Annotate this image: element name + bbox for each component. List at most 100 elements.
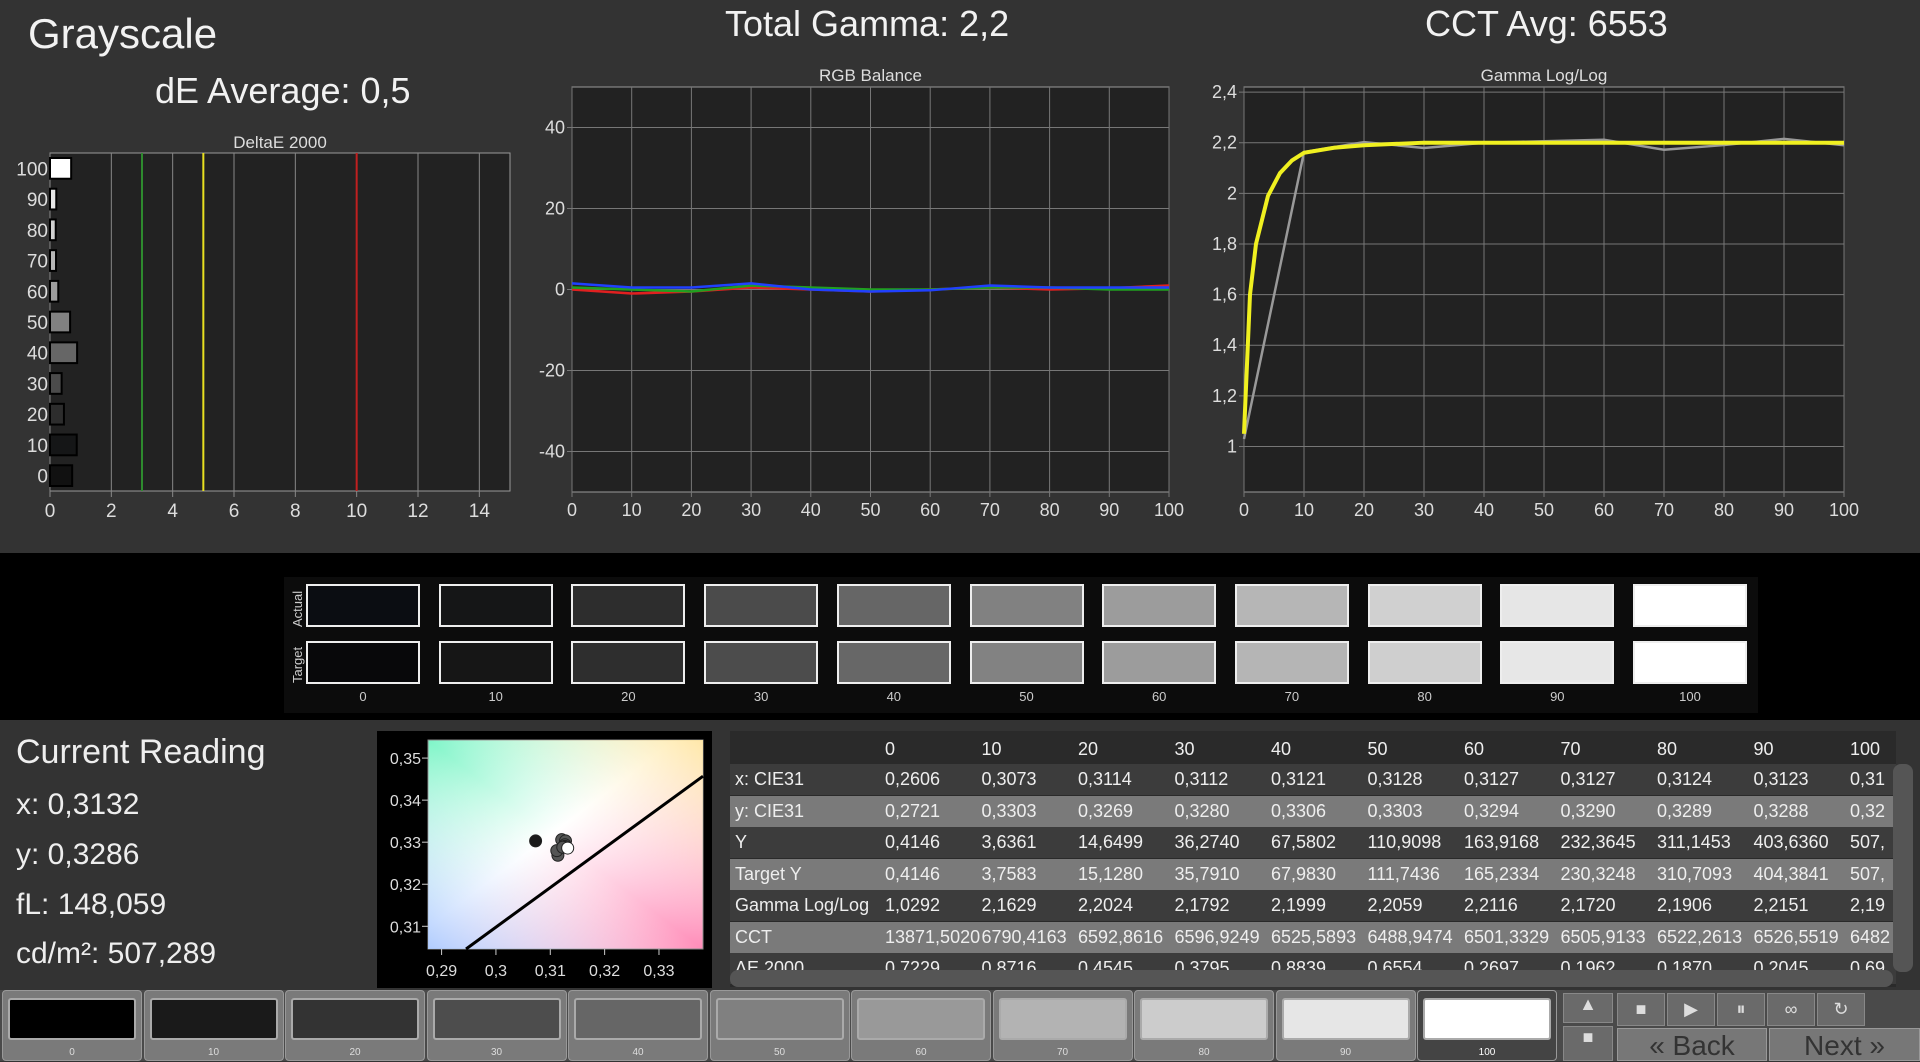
patch-button-90[interactable]: 90 [1275, 990, 1416, 1061]
actual-swatch [1234, 584, 1349, 627]
x-tick-label: 40 [1474, 500, 1494, 520]
table-cell: 3,7583 [981, 863, 1037, 884]
chart-title: DeltaE 2000 [233, 133, 327, 152]
x-tick-label: 20 [1354, 500, 1374, 520]
table-row: Y 0,4146 3,6361 14,6499 36,2740 67,5802 110,90… [730, 827, 1896, 858]
refresh-button[interactable]: ↻ [1817, 993, 1865, 1026]
x-tick-label: 50 [860, 500, 880, 520]
stop-button[interactable]: ■ [1617, 993, 1665, 1026]
row-label: Gamma Log/Log [735, 895, 870, 915]
y-tick-label: -40 [539, 442, 565, 462]
y-tick-label: 0,35 [390, 751, 421, 768]
x-tick-label: 60 [1594, 500, 1614, 520]
table-cell: 403,6360 [1753, 832, 1829, 852]
rgb-balance-chart: RGB Balance 0 10 20 30 40 50 60 70 80 90 100 40 20 0 -2… [539, 66, 1184, 520]
pause-button[interactable]: ⏸ [1717, 993, 1765, 1026]
column-header: 20 [1078, 739, 1099, 759]
vertical-scrollbar[interactable] [1893, 764, 1913, 972]
deltae-bar [49, 187, 58, 211]
column-header: 40 [1271, 739, 1292, 759]
data-point [529, 834, 543, 848]
y-tick-label: 0 [555, 280, 565, 300]
target-swatch [306, 641, 420, 684]
stop-square-button[interactable]: ■ [1563, 1026, 1613, 1061]
play-button[interactable]: ▶ [1667, 993, 1715, 1026]
deltae-bar [49, 433, 78, 457]
stop-icon: ■ [1635, 999, 1647, 1019]
y-tick-label: 1,6 [1212, 285, 1237, 305]
chart-title: Gamma Log/Log [1481, 66, 1608, 85]
cie-chart: 0,29 0,3 0,31 0,32 0,33 0,35 0,34 0,33 0,32 0,31 [377, 731, 712, 988]
back-button[interactable]: « Back [1617, 1028, 1767, 1061]
refresh-icon: ↻ [1833, 999, 1849, 1019]
x-tick-label: 30 [741, 500, 761, 520]
x-tick-label: 0 [567, 500, 577, 520]
x-tick-label: 0,29 [426, 963, 457, 980]
y-tick-label: -20 [539, 361, 565, 381]
table-cell: 163,9168 [1464, 832, 1540, 852]
patch-button-10[interactable]: 10 [143, 990, 284, 1061]
table-cell: 2,1629 [981, 895, 1037, 915]
next-button[interactable]: Next » [1769, 1028, 1920, 1061]
target-swatch [1633, 641, 1747, 684]
x-tick-label: 20 [681, 500, 701, 520]
cct-average: CCT Avg: 6553 [1425, 3, 1668, 44]
swatch-label: 70 [1284, 689, 1300, 704]
target-swatch [969, 641, 1084, 684]
horizontal-scrollbar[interactable] [730, 970, 1893, 987]
infinity-button[interactable]: ∞ [1767, 993, 1815, 1026]
column-header: 60 [1464, 739, 1485, 759]
table-cell: 2,2024 [1078, 895, 1134, 915]
swatch-label: 100 [1679, 689, 1701, 704]
table-cell: 0,3303 [1367, 800, 1423, 821]
scroll-up-button[interactable]: ▲ [1563, 993, 1613, 1023]
table-cell: 3,6361 [981, 832, 1037, 852]
patch-button-70[interactable]: 70 [992, 990, 1133, 1061]
patch-label: 50 [773, 1047, 786, 1058]
table-cell: 0,3289 [1657, 800, 1713, 821]
reading-fl: fL: 148,059 [16, 888, 167, 921]
table-cell: 232,3645 [1560, 832, 1636, 852]
x-tick-label: 2 [106, 501, 117, 522]
x-tick-label: 80 [1714, 500, 1734, 520]
table-cell: 0,3290 [1560, 800, 1616, 821]
y-tick-label: 0 [37, 467, 48, 488]
x-tick-label: 70 [1654, 500, 1674, 520]
deltae-bar [49, 402, 65, 426]
x-tick-label: 0,33 [643, 963, 674, 980]
x-tick-label: 0,31 [535, 963, 566, 980]
patch-color [8, 998, 136, 1040]
patch-button-60[interactable]: 60 [851, 990, 991, 1061]
x-tick-label: 100 [1154, 500, 1184, 520]
patch-button-30[interactable]: 30 [426, 990, 567, 1061]
swatch-label: 0 [359, 689, 367, 704]
patch-button-40[interactable]: 40 [568, 990, 708, 1061]
x-tick-label: 10 [622, 500, 642, 520]
table-cell: 36,2740 [1174, 832, 1240, 852]
patch-button-100[interactable]: 100 [1417, 990, 1557, 1061]
table-cell: 230,3248 [1560, 863, 1636, 884]
row-label: Target Y [735, 863, 802, 884]
swatch-label: 60 [1151, 689, 1167, 704]
x-tick-label: 90 [1774, 500, 1794, 520]
deltae-bar [49, 464, 74, 488]
swatch-comparison: Actual Target 0 10 20 30 40 50 60 70 80 90 100 [284, 577, 1758, 713]
patch-color [1140, 998, 1268, 1040]
target-swatch [1102, 641, 1217, 684]
table-cell: 311,1453 [1657, 832, 1731, 852]
patch-label: 10 [207, 1047, 220, 1058]
data-point [561, 841, 575, 855]
patch-button-0[interactable]: 0 [2, 990, 142, 1061]
y-tick-label: 1 [1227, 436, 1237, 456]
pause-icon: ⏸ [1736, 999, 1746, 1019]
row-label: Y [735, 832, 748, 852]
table-cell: 0,3112 [1174, 769, 1229, 789]
x-tick-label: 10 [346, 501, 367, 522]
patch-button-80[interactable]: 80 [1134, 990, 1274, 1061]
deltae-bar [49, 218, 57, 242]
patch-label: 70 [1056, 1047, 1069, 1058]
patch-button-20[interactable]: 20 [285, 990, 425, 1061]
actual-swatch [1633, 584, 1747, 627]
patch-button-50[interactable]: 50 [709, 990, 850, 1061]
page-title: Grayscale [28, 10, 218, 57]
